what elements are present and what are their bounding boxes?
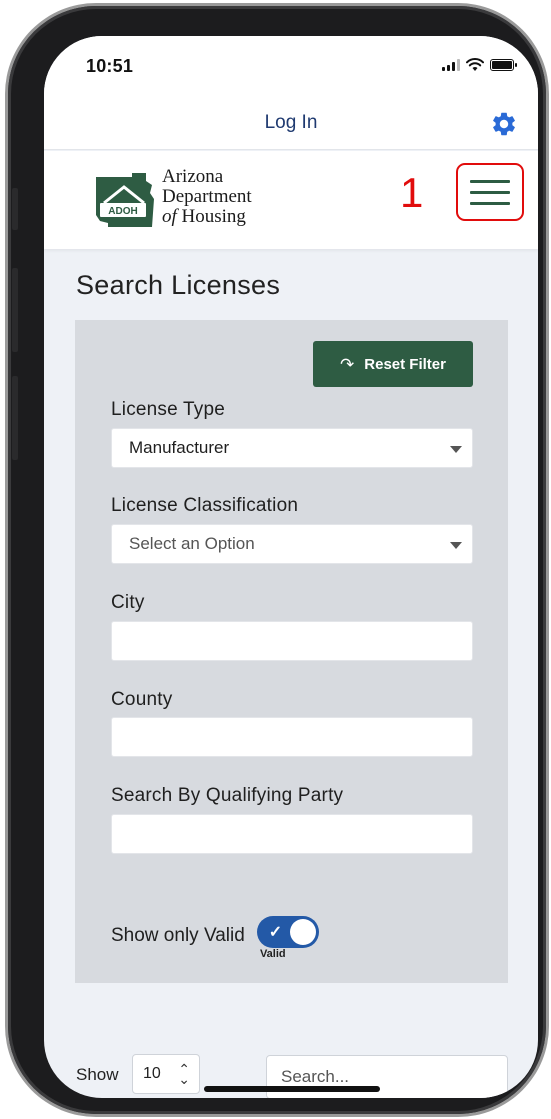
page-size-value: 10	[143, 1065, 161, 1082]
filter-panel: ↷ Reset Filter License Type Manufacturer…	[75, 320, 508, 983]
check-icon: ✓	[268, 924, 283, 941]
page-title: Search Licenses	[76, 270, 281, 300]
county-label: County	[111, 689, 173, 710]
redo-icon: ↷	[340, 354, 355, 374]
logo-line-3: of Housing	[162, 207, 252, 227]
valid-toggle-wrapper: ✓ Valid	[256, 914, 319, 960]
logo-line-3-italic: of	[162, 206, 177, 227]
show-only-valid-row: Show only Valid ✓ Valid	[111, 914, 319, 960]
mute-switch	[12, 188, 18, 230]
license-type-label: License Type	[111, 399, 226, 420]
toggle-knob	[289, 919, 316, 945]
logo-badge-text: ADOH	[108, 206, 137, 217]
qualifying-party-label: Search By Qualifying Party	[111, 785, 344, 806]
license-classification-value: Select an Option	[129, 534, 255, 553]
logo-line-1: Arizona	[162, 166, 224, 187]
show-only-valid-toggle[interactable]: ✓	[256, 916, 319, 948]
city-input[interactable]	[111, 621, 473, 661]
login-link[interactable]: Log In	[44, 112, 538, 134]
toggle-caption: Valid	[259, 948, 286, 960]
reset-filter-button[interactable]: ↷ Reset Filter	[313, 341, 473, 387]
logo-bar: ADOH Arizona Department of Housing 1	[44, 151, 538, 249]
battery-icon	[490, 59, 517, 71]
status-time: 10:51	[86, 56, 134, 76]
annotation-number: 1	[400, 169, 424, 216]
city-label: City	[111, 592, 145, 613]
menu-icon-bar	[470, 190, 510, 194]
license-classification-select[interactable]: Select an Option	[111, 524, 473, 564]
show-entries-label: Show	[76, 1065, 119, 1084]
cellular-signal-icon	[442, 59, 460, 71]
status-icons	[442, 58, 517, 72]
qualifying-party-input[interactable]	[111, 814, 473, 854]
dropdown-caret-icon	[450, 446, 462, 453]
reset-filter-label: Reset Filter	[364, 355, 446, 373]
phone-frame: 10:51 Log In ADOH Arizona Department of …	[8, 6, 546, 1114]
logo-line-3-rest: Housing	[176, 206, 246, 227]
license-type-select[interactable]: Manufacturer	[111, 428, 473, 468]
show-only-valid-label: Show only Valid	[111, 925, 245, 946]
hamburger-menu-button[interactable]	[456, 163, 524, 221]
status-bar: 10:51	[44, 36, 538, 100]
app-header: Log In	[44, 100, 538, 150]
page-size-select[interactable]: 10 ⌃ ⌄	[132, 1054, 200, 1094]
license-type-value: Manufacturer	[129, 438, 230, 457]
gear-icon[interactable]	[490, 110, 518, 138]
license-classification-label: License Classification	[111, 495, 299, 516]
menu-icon-bar	[470, 201, 510, 205]
wifi-icon	[466, 58, 484, 72]
home-indicator[interactable]	[204, 1086, 380, 1092]
up-down-chevron-icon: ⌃ ⌄	[178, 1061, 190, 1087]
volume-up-button	[12, 268, 18, 352]
county-input[interactable]	[111, 717, 473, 757]
adoh-logo[interactable]: ADOH	[94, 171, 158, 229]
volume-down-button	[12, 376, 18, 460]
dropdown-caret-icon	[450, 542, 462, 549]
screen: 10:51 Log In ADOH Arizona Department of …	[44, 36, 538, 1098]
menu-icon-bar	[470, 179, 510, 183]
logo-wordmark: Arizona Department of Housing	[162, 167, 252, 227]
logo-line-2: Department	[162, 186, 252, 207]
